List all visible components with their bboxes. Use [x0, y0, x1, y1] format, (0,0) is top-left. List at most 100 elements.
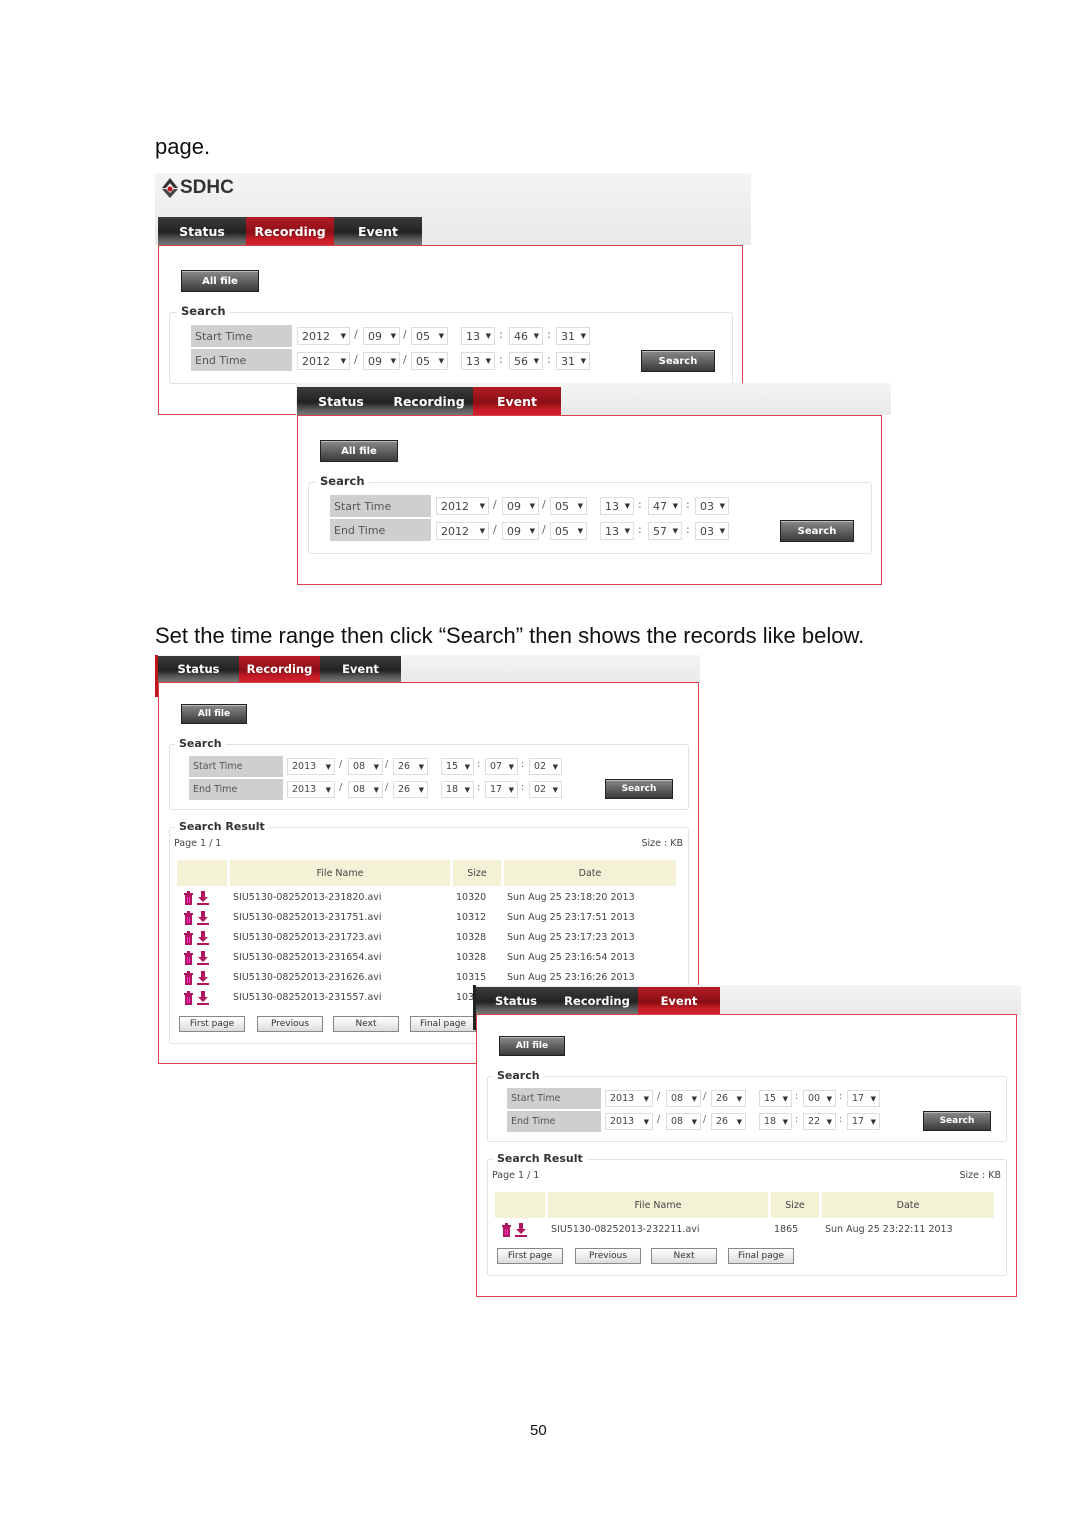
start-day-select[interactable]: 26	[393, 758, 428, 775]
start-hour-select[interactable]: 13	[461, 327, 495, 345]
date-cell: Sun Aug 25 23:17:51 2013	[507, 912, 635, 923]
previous-button[interactable]: Previous	[257, 1016, 323, 1032]
end-day-select[interactable]: 26	[393, 781, 428, 798]
tab-event[interactable]: Event	[320, 656, 401, 682]
download-icon[interactable]	[196, 990, 210, 1009]
search-button[interactable]: Search	[641, 350, 715, 372]
all-file-button[interactable]: All file	[181, 704, 247, 724]
next-button[interactable]: Next	[333, 1016, 399, 1032]
end-month-select[interactable]: 09	[363, 352, 400, 370]
start-second-select[interactable]: 31	[556, 327, 590, 345]
end-hour-select[interactable]: 18	[759, 1113, 792, 1130]
search-button[interactable]: Search	[605, 779, 673, 799]
download-icon[interactable]	[196, 890, 210, 909]
tab-event[interactable]: Event	[638, 987, 720, 1014]
delete-icon[interactable]	[501, 1222, 512, 1241]
delete-icon[interactable]	[183, 970, 194, 989]
start-day-select[interactable]: 05	[411, 327, 448, 345]
end-hour-select[interactable]: 13	[600, 522, 634, 540]
delete-icon[interactable]	[183, 890, 194, 909]
file-name-cell[interactable]: SIU5130-08252013-231626.avi	[233, 972, 382, 983]
tab-recording[interactable]: Recording	[246, 217, 334, 245]
download-icon[interactable]	[196, 950, 210, 969]
start-month-select[interactable]: 08	[348, 758, 383, 775]
end-hour-select[interactable]: 13	[461, 352, 495, 370]
start-day-select[interactable]: 05	[550, 497, 587, 515]
start-minute-select[interactable]: 46	[509, 327, 543, 345]
end-day-select[interactable]: 05	[411, 352, 448, 370]
end-second-select[interactable]: 31	[556, 352, 590, 370]
start-minute-select[interactable]: 47	[648, 497, 682, 515]
start-minute-select[interactable]: 00	[803, 1090, 836, 1107]
tab-recording[interactable]: Recording	[239, 656, 320, 682]
end-day-select[interactable]: 05	[550, 522, 587, 540]
start-second-select[interactable]: 03	[695, 497, 729, 515]
end-second-select[interactable]: 03	[695, 522, 729, 540]
delete-icon[interactable]	[183, 910, 194, 929]
file-name-cell[interactable]: SIU5130-08252013-231820.avi	[233, 892, 382, 903]
start-hour-select[interactable]: 15	[441, 758, 474, 775]
start-year-select[interactable]: 2013	[287, 758, 335, 775]
end-month-select[interactable]: 09	[502, 522, 539, 540]
delete-icon[interactable]	[183, 950, 194, 969]
end-hour-select[interactable]: 18	[441, 781, 474, 798]
download-icon[interactable]	[196, 910, 210, 929]
start-second-select[interactable]: 17	[847, 1090, 880, 1107]
start-month-select[interactable]: 09	[363, 327, 400, 345]
end-second-select[interactable]: 17	[847, 1113, 880, 1130]
tab-status[interactable]: Status	[297, 387, 385, 415]
start-month-select[interactable]: 08	[666, 1090, 701, 1107]
final-page-button[interactable]: Final page	[728, 1248, 794, 1264]
all-file-button[interactable]: All file	[181, 270, 259, 292]
time-separator: :	[795, 1114, 799, 1125]
first-page-button[interactable]: First page	[497, 1248, 563, 1264]
time-separator: :	[547, 353, 551, 366]
end-month-select[interactable]: 08	[666, 1113, 701, 1130]
end-day-select[interactable]: 26	[711, 1113, 746, 1130]
previous-button[interactable]: Previous	[575, 1248, 641, 1264]
end-year-select[interactable]: 2013	[287, 781, 335, 798]
delete-icon[interactable]	[183, 930, 194, 949]
start-year-select[interactable]: 2013	[605, 1090, 653, 1107]
tab-status[interactable]: Status	[158, 217, 246, 245]
file-name-cell[interactable]: SIU5130-08252013-231654.avi	[233, 952, 382, 963]
file-name-cell[interactable]: SIU5130-08252013-231557.avi	[233, 992, 382, 1003]
end-month-select[interactable]: 08	[348, 781, 383, 798]
file-name-cell[interactable]: SIU5130-08252013-231751.avi	[233, 912, 382, 923]
end-minute-select[interactable]: 57	[648, 522, 682, 540]
start-year-select[interactable]: 2012	[436, 497, 489, 515]
delete-icon[interactable]	[183, 990, 194, 1009]
end-minute-select[interactable]: 17	[485, 781, 518, 798]
start-minute-select[interactable]: 07	[485, 758, 518, 775]
tab-status[interactable]: Status	[476, 987, 556, 1014]
end-year-select[interactable]: 2013	[605, 1113, 653, 1130]
first-page-button[interactable]: First page	[179, 1016, 245, 1032]
end-year-select[interactable]: 2012	[436, 522, 489, 540]
tab-event[interactable]: Event	[334, 217, 422, 245]
start-hour-select[interactable]: 15	[759, 1090, 792, 1107]
tab-recording[interactable]: Recording	[556, 987, 638, 1014]
start-second-select[interactable]: 02	[529, 758, 562, 775]
end-second-select[interactable]: 02	[529, 781, 562, 798]
start-month-select[interactable]: 09	[502, 497, 539, 515]
file-name-cell[interactable]: SIU5130-08252013-231723.avi	[233, 932, 382, 943]
start-year-select[interactable]: 2012	[297, 327, 350, 345]
next-button[interactable]: Next	[651, 1248, 717, 1264]
download-icon[interactable]	[196, 970, 210, 989]
start-day-select[interactable]: 26	[711, 1090, 746, 1107]
tab-recording[interactable]: Recording	[385, 387, 473, 415]
all-file-button[interactable]: All file	[499, 1036, 565, 1056]
start-hour-select[interactable]: 13	[600, 497, 634, 515]
tab-status[interactable]: Status	[158, 656, 239, 682]
search-button[interactable]: Search	[923, 1111, 991, 1131]
file-name-cell[interactable]: SIU5130-08252013-232211.avi	[551, 1224, 700, 1235]
all-file-button[interactable]: All file	[320, 440, 398, 462]
end-year-select[interactable]: 2012	[297, 352, 350, 370]
search-button[interactable]: Search	[780, 520, 854, 542]
end-minute-select[interactable]: 56	[509, 352, 543, 370]
final-page-button[interactable]: Final page	[410, 1016, 476, 1032]
download-icon[interactable]	[514, 1222, 528, 1241]
tab-event[interactable]: Event	[473, 387, 561, 415]
end-minute-select[interactable]: 22	[803, 1113, 836, 1130]
download-icon[interactable]	[196, 930, 210, 949]
